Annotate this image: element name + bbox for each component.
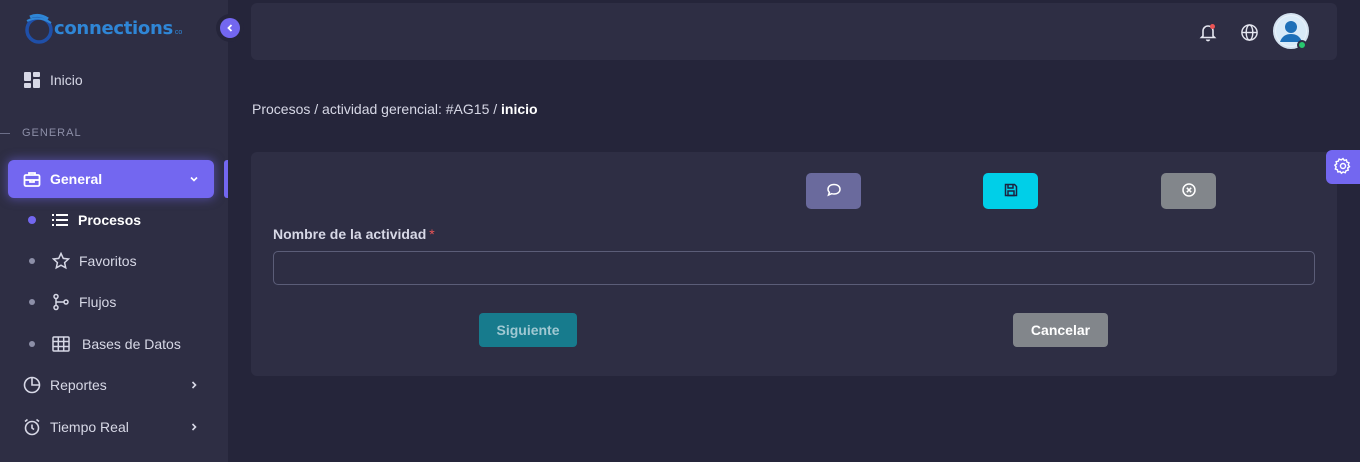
sidebar-subitem-procesos[interactable]: Procesos [24, 205, 141, 235]
sidebar-item-reportes[interactable]: Reportes [8, 366, 214, 404]
bell-icon[interactable] [1197, 21, 1219, 43]
comment-button[interactable] [806, 173, 861, 209]
globe-icon[interactable] [1238, 21, 1260, 43]
dashboard-icon [22, 70, 42, 90]
bullet [29, 299, 35, 305]
activity-name-label: Nombre de la actividad * [273, 226, 435, 242]
sidebar-subitem-label: Bases de Datos [82, 336, 181, 352]
chevron-right-icon [188, 420, 200, 436]
activity-name-input[interactable] [273, 251, 1315, 285]
star-icon [51, 251, 71, 271]
section-label-general: GENERAL [0, 126, 82, 140]
sidebar-item-general[interactable]: General [8, 160, 214, 198]
breadcrumb-current: inicio [501, 101, 538, 117]
cancel-button[interactable]: Cancelar [1013, 313, 1108, 347]
theme-settings-button[interactable] [1326, 150, 1360, 184]
sidebar-item-label: Reportes [50, 377, 107, 393]
chevron-down-icon [188, 172, 200, 188]
brand-suffix: co [174, 28, 183, 36]
pie-chart-icon [22, 375, 42, 395]
chevron-left-icon [220, 18, 240, 38]
breadcrumb: Procesos / actividad gerencial: #AG15 / … [252, 101, 538, 117]
save-icon [1003, 182, 1019, 201]
comment-icon [826, 182, 842, 201]
sidebar-subitem-label: Flujos [79, 294, 117, 310]
top-navbar [251, 3, 1337, 60]
list-icon [50, 210, 70, 230]
flow-icon [51, 292, 71, 312]
sidebar-collapse-button[interactable] [216, 14, 244, 42]
sidebar-subitem-flujos[interactable]: Flujos [24, 287, 116, 317]
briefcase-icon [22, 169, 42, 189]
bullet [29, 258, 35, 264]
sidebar-item-label: Inicio [50, 72, 83, 88]
active-bullet [28, 216, 36, 224]
activity-form-card: Nombre de la actividad * Siguiente Cancel… [251, 152, 1337, 376]
sidebar-item-tiempo-real[interactable]: Tiempo Real [8, 408, 214, 446]
brand-name: connections [54, 17, 173, 39]
active-indicator [224, 160, 228, 198]
brand-mark-icon [22, 11, 56, 45]
activity-name-label-text: Nombre de la actividad [273, 226, 427, 242]
sidebar-subitem-label: Procesos [78, 212, 142, 228]
sidebar-item-inicio[interactable]: Inicio [8, 61, 214, 99]
save-button[interactable] [983, 173, 1038, 209]
sidebar-item-label: General [50, 171, 103, 187]
sidebar-item-label: Tiempo Real [50, 419, 129, 435]
bullet [29, 341, 35, 347]
breadcrumb-path: Procesos / actividad gerencial: #AG15 / [252, 101, 502, 117]
section-label-text: GENERAL [22, 127, 82, 139]
required-mark: * [429, 226, 435, 242]
close-button[interactable] [1161, 173, 1216, 209]
alarm-clock-icon [22, 417, 42, 437]
sidebar: connections co Inicio GENERAL General Pr… [0, 0, 228, 462]
close-circle-icon [1181, 182, 1197, 201]
online-status-dot [1297, 40, 1307, 50]
sidebar-subitem-favoritos[interactable]: Favoritos [24, 246, 137, 276]
sidebar-subitem-bases-de-datos[interactable]: Bases de Datos [24, 329, 181, 359]
next-button[interactable]: Siguiente [479, 313, 577, 347]
brand-logo[interactable]: connections co [22, 10, 192, 46]
sidebar-subitem-label: Favoritos [79, 253, 137, 269]
section-dash [0, 132, 10, 134]
table-icon [51, 334, 71, 354]
gear-icon [1333, 157, 1352, 178]
chevron-right-icon [188, 378, 200, 394]
